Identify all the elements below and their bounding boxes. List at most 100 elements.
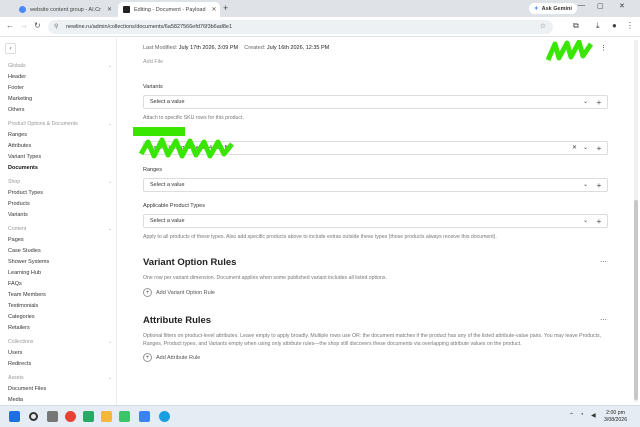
search-icon[interactable] xyxy=(29,412,38,421)
add-product-button[interactable]: + xyxy=(592,141,606,155)
nav-group-product-options[interactable]: Product Options & Documents ⌄ xyxy=(8,121,112,127)
product-types-placeholder: Select a value xyxy=(150,218,185,224)
sidebar-item-others[interactable]: Others xyxy=(8,107,25,113)
close-tab-icon[interactable]: ✕ xyxy=(107,6,112,13)
browser-tab-bar: website content group - AI.Cr ✕ Editing … xyxy=(0,0,640,17)
sidebar-item-categories[interactable]: Categories xyxy=(8,314,35,320)
chevron-left-icon: ‹ xyxy=(9,45,12,52)
address-bar[interactable]: ⚲ newline.ru/admin/collections/documents… xyxy=(48,20,553,34)
page-scrollbar[interactable] xyxy=(634,40,638,402)
tab-editing-document[interactable]: Editing - Document - Payload ✕ xyxy=(118,2,220,17)
volume-icon[interactable]: ◀ xyxy=(591,412,596,419)
variants-placeholder: Select a value xyxy=(150,99,185,105)
attribute-rules-title: Attribute Rules xyxy=(143,315,212,326)
sidebar-item-product-types[interactable]: Product Types xyxy=(8,190,43,196)
sidebar-item-attributes[interactable]: Attributes xyxy=(8,143,31,149)
nav-group-collections[interactable]: Collections ⌄ xyxy=(8,339,112,345)
sidebar-item-footer[interactable]: Footer xyxy=(8,85,24,91)
nav-group-label: Product Options & Documents xyxy=(8,121,78,127)
sidebar-item-redirects[interactable]: Redirects xyxy=(8,361,31,367)
sidebar-item-products[interactable]: Products xyxy=(8,201,30,207)
chevron-down-icon[interactable]: ⌄ xyxy=(583,98,588,105)
sidebar-item-users[interactable]: Users xyxy=(8,350,22,356)
chrome-icon[interactable] xyxy=(65,411,76,422)
product-types-select[interactable]: Select a value ⌄ xyxy=(143,214,608,228)
document-options-menu-icon[interactable]: ⋮ xyxy=(600,44,607,52)
close-tab-icon[interactable]: ✕ xyxy=(212,6,217,13)
chevron-down-icon[interactable]: ⌄ xyxy=(583,144,588,151)
created-label: Created: xyxy=(244,45,266,51)
edge-icon[interactable] xyxy=(159,411,170,422)
add-file-hint[interactable]: Add File xyxy=(143,59,163,65)
tab-website-content[interactable]: website content group - AI.Cr ✕ xyxy=(14,2,118,17)
admin-sidebar: ‹ Globals ⌄ Header Footer Marketing Other… xyxy=(0,38,117,405)
nav-group-label: Shop xyxy=(8,179,21,185)
sidebar-item-header[interactable]: Header xyxy=(8,74,26,80)
sidebar-item-document-files[interactable]: Document Files xyxy=(8,386,46,392)
clear-selection-icon[interactable]: ✕ xyxy=(572,144,577,151)
ranges-placeholder: Select a value xyxy=(150,182,185,188)
add-attribute-rule-button[interactable]: + Add Attribute Rule xyxy=(143,353,200,362)
chevron-down-icon: ⌄ xyxy=(107,339,112,345)
browser-menu-icon[interactable]: ⋮ xyxy=(626,21,634,30)
back-icon[interactable]: ← xyxy=(6,21,14,30)
nav-group-assets[interactable]: Assets ⌄ xyxy=(8,375,112,381)
profile-icon[interactable]: ● xyxy=(612,21,617,30)
windows-start-icon[interactable] xyxy=(9,411,20,422)
bookmark-star-icon[interactable]: ☆ xyxy=(540,22,546,30)
tab-favicon-icon xyxy=(19,6,26,13)
sidebar-item-shower-systems[interactable]: Shower Systems xyxy=(8,259,49,265)
sidebar-item-marketing[interactable]: Marketing xyxy=(8,96,32,102)
app-icon[interactable] xyxy=(83,411,94,422)
sidebar-item-media[interactable]: Media xyxy=(8,397,23,403)
sidebar-item-team-members[interactable]: Team Members xyxy=(8,292,46,298)
sidebar-item-testimonials[interactable]: Testimonials xyxy=(8,303,38,309)
site-info-icon[interactable]: ⚲ xyxy=(54,23,58,30)
sidebar-item-pages[interactable]: Pages xyxy=(8,237,24,243)
nav-group-globals[interactable]: Globals ⌄ xyxy=(8,63,112,69)
chevron-down-icon: ⌄ xyxy=(107,375,112,381)
sidebar-item-learning-hub[interactable]: Learning Hub xyxy=(8,270,41,276)
sidebar-item-variant-types[interactable]: Variant Types xyxy=(8,154,41,160)
add-range-button[interactable]: + xyxy=(592,178,606,192)
nav-group-content[interactable]: Content ⌄ xyxy=(8,226,112,232)
download-icon[interactable]: ⤓ xyxy=(596,21,600,31)
app-icon[interactable] xyxy=(139,411,150,422)
scrollbar-thumb[interactable] xyxy=(634,200,638,400)
variant-rules-menu-icon[interactable]: ⋯ xyxy=(600,258,607,266)
minimize-icon[interactable]: — xyxy=(578,2,585,9)
file-explorer-icon[interactable] xyxy=(101,411,112,422)
chevron-down-icon[interactable]: ⌄ xyxy=(583,217,588,224)
variants-select[interactable]: Select a value ⌄ xyxy=(143,95,608,109)
add-variant-option-rule-button[interactable]: + Add Variant Option Rule xyxy=(143,288,215,297)
sidebar-item-faqs[interactable]: FAQs xyxy=(8,281,22,287)
chevron-down-icon[interactable]: ⌄ xyxy=(583,181,588,188)
nav-group-shop[interactable]: Shop ⌄ xyxy=(8,179,112,185)
sidebar-item-retailers[interactable]: Retailers xyxy=(8,325,30,331)
close-window-icon[interactable]: ✕ xyxy=(619,2,625,10)
add-variant-option-rule-label: Add Variant Option Rule xyxy=(156,289,215,296)
extensions-icon[interactable]: ⧉ xyxy=(573,21,579,31)
tray-chevron-icon[interactable]: ⌃ xyxy=(569,412,574,419)
sidebar-item-ranges[interactable]: Ranges xyxy=(8,132,27,138)
attribute-rules-menu-icon[interactable]: ⋯ xyxy=(600,316,607,324)
add-product-type-button[interactable]: + xyxy=(592,214,606,228)
add-attribute-rule-label: Add Attribute Rule xyxy=(156,354,201,361)
forward-icon[interactable]: → xyxy=(20,21,28,30)
taskbar-clock[interactable]: 2:00 pm 3/08/2026 xyxy=(604,410,627,424)
ask-gemini-button[interactable]: ✦ Ask Gemini xyxy=(529,3,577,14)
maximize-icon[interactable]: ▢ xyxy=(597,2,604,10)
task-view-icon[interactable] xyxy=(47,411,58,422)
add-variant-button[interactable]: + xyxy=(592,95,606,109)
wifi-icon[interactable]: ◔ xyxy=(580,412,584,418)
reload-icon[interactable]: ↻ xyxy=(34,21,41,30)
attribute-rules-description: Optional filters on product-level attrib… xyxy=(143,333,602,347)
app-icon[interactable] xyxy=(119,411,130,422)
ranges-select[interactable]: Select a value ⌄ xyxy=(143,178,608,192)
collapse-sidebar-button[interactable]: ‹ xyxy=(5,43,16,54)
last-modified-value: July 17th 2026, 3:09 PM xyxy=(178,45,239,51)
sidebar-item-variants[interactable]: Variants xyxy=(8,212,28,218)
sidebar-item-documents[interactable]: Documents xyxy=(8,165,38,171)
new-tab-icon[interactable]: + xyxy=(223,3,228,13)
sidebar-item-case-studies[interactable]: Case Studies xyxy=(8,248,41,254)
